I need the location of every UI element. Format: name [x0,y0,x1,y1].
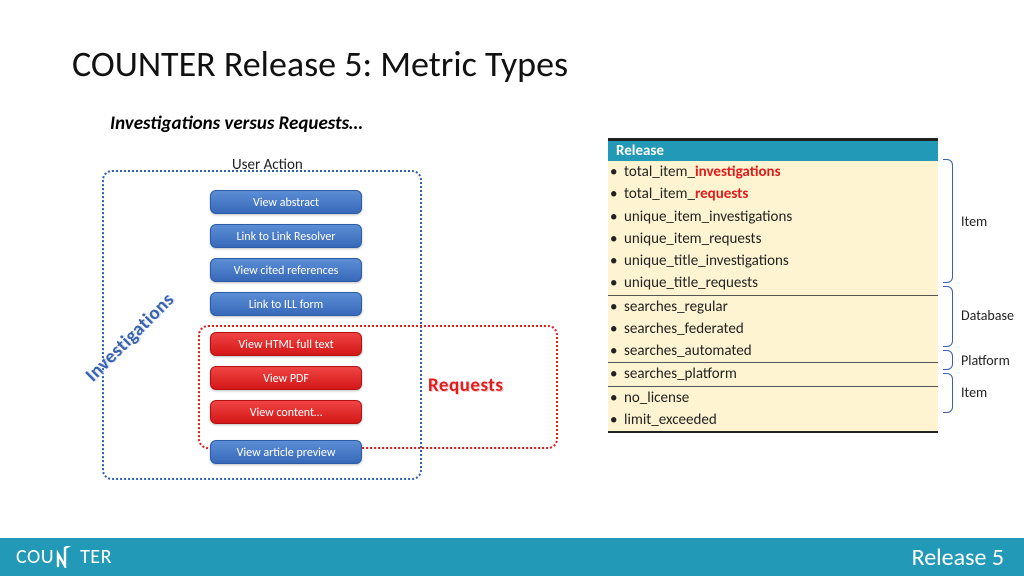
action-cited-references: View cited references [210,258,362,282]
bracket-database [943,286,953,347]
release-row: limit_exceeded [608,409,938,431]
action-view-abstract: View abstract [210,190,362,214]
action-ill-form: Link to ILL form [210,292,362,316]
bracket-label-item-bottom: Item [961,384,987,401]
bracket-label-platform: Platform [961,352,1010,369]
metric-name: total_item_ [624,163,695,181]
metric-emphasis: investigations [695,163,781,181]
action-view-content: View content… [210,400,362,424]
logo-text-cou: COU [16,545,54,569]
logo-text-ter: TER [80,545,112,569]
requests-label: Requests [428,374,503,397]
action-html-fulltext: View HTML full text [210,332,362,356]
metric-name: total_item_ [624,185,695,203]
slide-title: COUNTER Release 5: Metric Types [72,42,568,86]
release-row: searches_regular [608,295,938,318]
footer-bar: COU TER Release 5 [0,538,1024,576]
action-article-preview: View article preview [210,440,362,464]
release-row: searches_platform [608,362,938,385]
counter-logo: COU TER [16,545,112,569]
release-table: Release total_item_investigations total_… [608,138,938,433]
release-row: total_item_requests [608,183,938,205]
logo-n-checkmark-icon [56,546,78,568]
bracket-item-bottom [943,373,953,413]
release-body: total_item_investigations total_item_req… [608,161,938,431]
bracket-item-top [943,159,953,283]
metric-emphasis: requests [695,185,748,203]
release-row: total_item_investigations [608,161,938,183]
release-row: unique_item_investigations [608,206,938,228]
release-row: searches_federated [608,318,938,340]
release-row: unique_title_requests [608,272,938,294]
action-link-resolver: Link to Link Resolver [210,224,362,248]
release-row: unique_item_requests [608,228,938,250]
release-row: unique_title_investigations [608,250,938,272]
footer-release-text: Release 5 [912,543,1004,572]
subtitle: Investigations versus Requests… [110,112,363,135]
release-row: no_license [608,386,938,409]
release-row: searches_automated [608,340,938,362]
release-header: Release [608,140,938,161]
action-view-pdf: View PDF [210,366,362,390]
bracket-platform [943,350,953,370]
bracket-label-item-top: Item [961,213,987,230]
bracket-label-database: Database [961,307,1014,324]
